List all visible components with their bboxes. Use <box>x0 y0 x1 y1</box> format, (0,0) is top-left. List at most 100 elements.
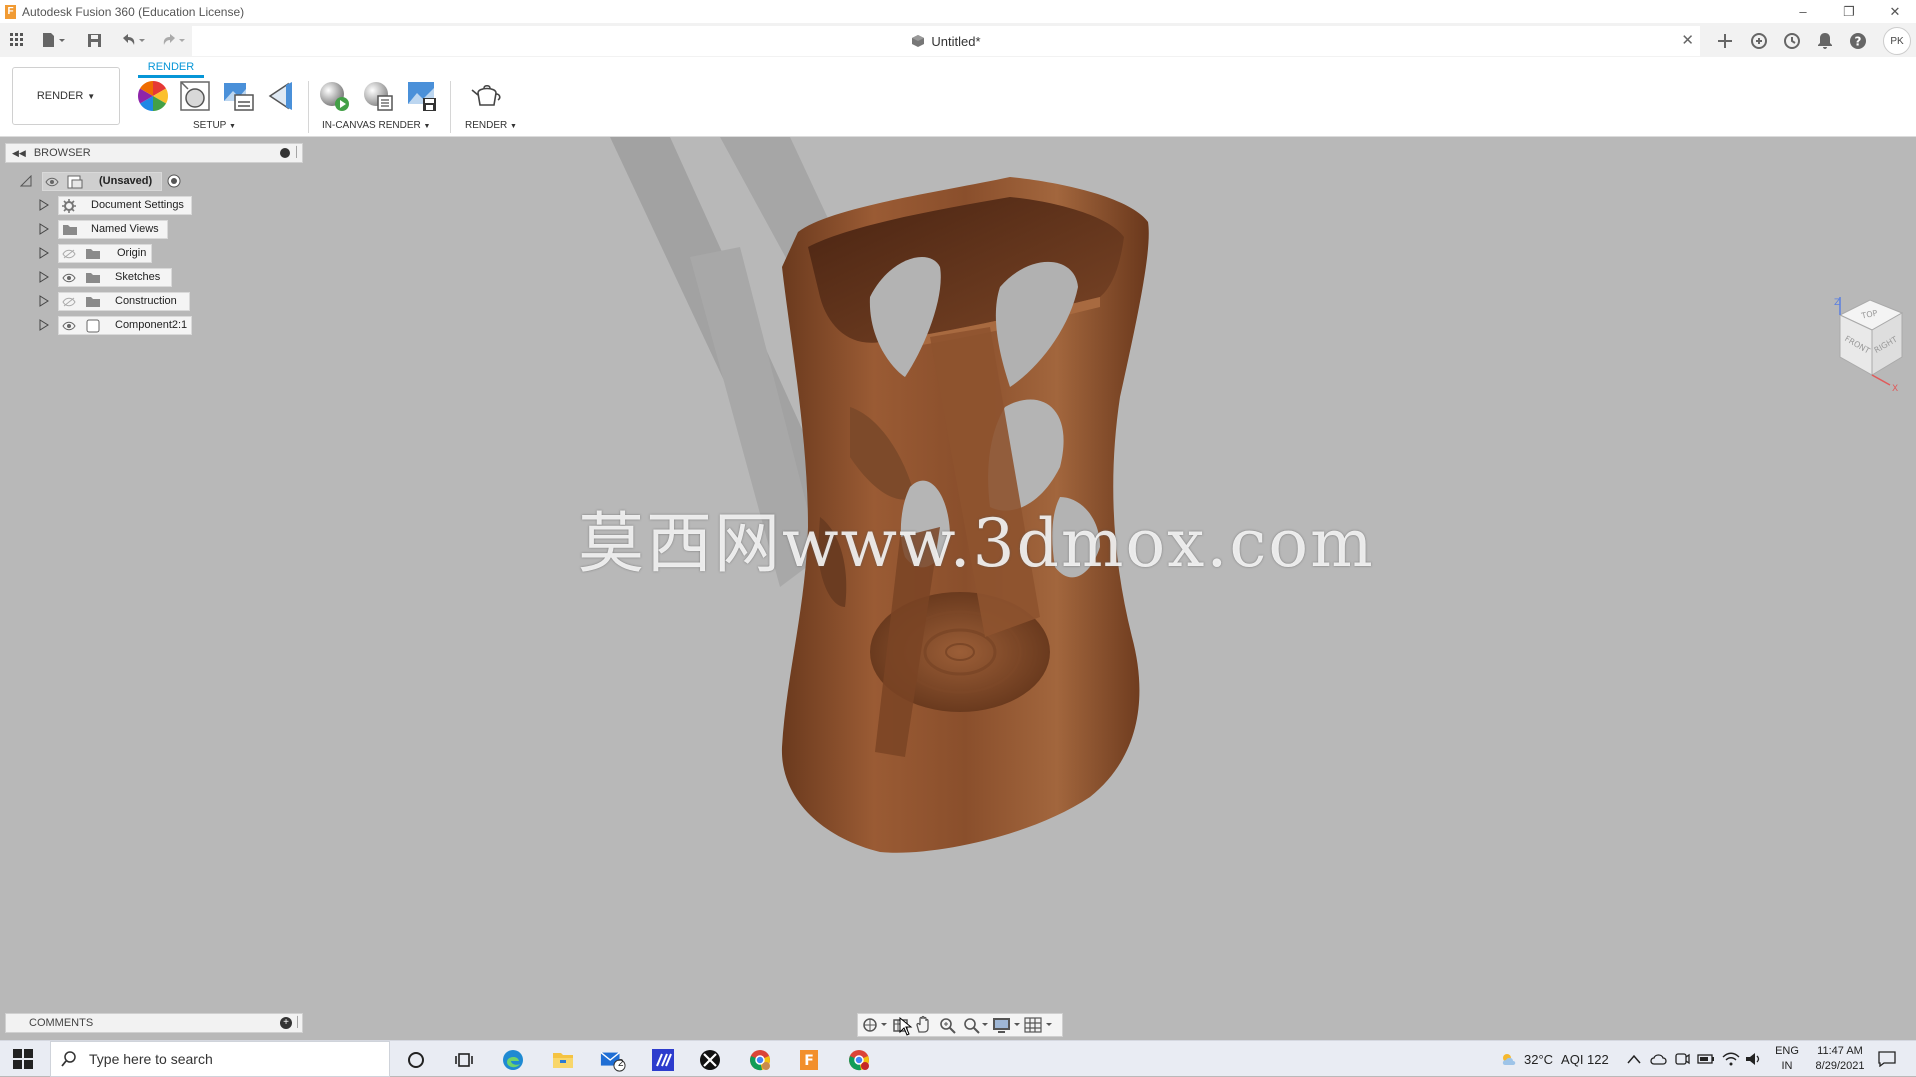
task-view-icon[interactable] <box>451 1047 477 1073</box>
in-canvas-render-icon[interactable] <box>317 79 351 113</box>
close-tab-icon[interactable]: ✕ <box>1681 31 1694 49</box>
panel-resize-handle[interactable]: │ <box>295 1017 301 1028</box>
notifications-bell-icon[interactable] <box>1812 28 1838 54</box>
tray-chevron-up-icon[interactable] <box>1627 1041 1641 1077</box>
weather-widget[interactable]: 32°C AQI 122 <box>1500 1041 1609 1077</box>
windows-start-icon[interactable] <box>13 1049 33 1069</box>
mouse-cursor-icon <box>899 1017 913 1036</box>
add-comment-icon[interactable]: + <box>280 1017 292 1029</box>
onedrive-cloud-icon[interactable] <box>1650 1041 1668 1077</box>
file-menu-icon[interactable] <box>38 30 70 50</box>
document-icon <box>67 175 83 188</box>
comments-panel-header[interactable]: COMMENTS + │ <box>5 1013 303 1033</box>
edge-browser-icon[interactable] <box>500 1047 526 1073</box>
browser-panel-header[interactable]: ◀◀ BROWSER │ <box>5 143 303 163</box>
expand-triangle-icon[interactable] <box>38 199 50 211</box>
xbox-icon[interactable] <box>697 1047 723 1073</box>
tree-item-label: Named Views <box>91 223 159 235</box>
tree-item-label: Component2:1 <box>115 319 188 331</box>
group-render[interactable]: RENDER ▼ <box>465 120 517 131</box>
chrome-profile-icon[interactable] <box>846 1047 872 1073</box>
group-setup[interactable]: SETUP ▼ <box>193 120 236 131</box>
save-icon[interactable] <box>84 30 104 50</box>
browser-item-sketches[interactable]: Sketches <box>0 267 300 287</box>
visual-studio-icon[interactable] <box>650 1047 676 1073</box>
taskbar-clock[interactable]: 11:47 AM 8/29/2021 <box>1808 1044 1872 1074</box>
extensions-icon[interactable] <box>1746 28 1772 54</box>
redo-icon[interactable] <box>158 30 188 50</box>
tab-render[interactable]: RENDER <box>138 58 204 78</box>
eye-icon[interactable] <box>62 321 76 331</box>
expand-triangle-icon[interactable] <box>38 247 50 259</box>
meet-now-icon[interactable] <box>1674 1041 1690 1077</box>
eye-hidden-icon[interactable] <box>62 297 76 307</box>
document-tab[interactable]: Untitled* ✕ <box>192 26 1700 56</box>
display-settings-icon[interactable] <box>990 1015 1022 1035</box>
wifi-icon[interactable] <box>1722 1041 1740 1077</box>
root-node-pill[interactable]: (Unsaved) <box>42 171 162 191</box>
mail-icon[interactable]: 2 <box>600 1047 626 1073</box>
render-teapot-icon[interactable] <box>470 79 504 113</box>
grid-settings-icon[interactable] <box>1022 1015 1054 1035</box>
file-explorer-icon[interactable] <box>550 1047 576 1073</box>
pin-panel-icon[interactable] <box>280 148 290 158</box>
eye-icon[interactable] <box>45 177 59 187</box>
tree-item-pill: Component2:1 <box>58 315 192 335</box>
volume-icon[interactable] <box>1745 1041 1763 1077</box>
windows-taskbar: Type here to search 2 F 32°C AQI 122 ENG… <box>0 1040 1916 1077</box>
zoom-icon[interactable] <box>936 1015 960 1035</box>
view-cube[interactable]: TOP FRONT RIGHT Z X <box>1810 295 1910 395</box>
browser-item-origin[interactable]: Origin <box>0 243 300 263</box>
input-language[interactable]: ENG IN <box>1772 1044 1802 1074</box>
in-canvas-render-settings-icon[interactable] <box>361 79 395 113</box>
orbit-icon[interactable] <box>860 1015 890 1035</box>
collapse-triangle-icon[interactable] <box>20 175 32 187</box>
expand-triangle-icon[interactable] <box>38 295 50 307</box>
chevron-down-icon: ▼ <box>423 123 431 130</box>
browser-item-construction[interactable]: Construction <box>0 291 300 311</box>
eye-hidden-icon[interactable] <box>62 249 76 259</box>
undo-icon[interactable] <box>118 30 148 50</box>
expand-triangle-icon[interactable] <box>38 319 50 331</box>
appearance-color-wheel-icon[interactable] <box>136 79 170 113</box>
activate-radio-icon[interactable] <box>167 174 181 188</box>
minimize-button[interactable]: – <box>1780 0 1826 23</box>
decal-texture-map-icon[interactable] <box>264 79 298 113</box>
restore-button[interactable]: ❐ <box>1826 0 1872 23</box>
new-tab-plus-icon[interactable] <box>1712 28 1738 54</box>
scene-settings-icon[interactable] <box>221 79 255 113</box>
group-in-canvas-render[interactable]: IN-CANVAS RENDER ▼ <box>322 120 430 131</box>
mail-badge: 2 <box>618 1058 624 1069</box>
workspace-switcher-button[interactable]: RENDER ▼ <box>12 67 120 125</box>
fit-zoom-icon[interactable] <box>960 1015 990 1035</box>
search-placeholder: Type here to search <box>89 1051 213 1067</box>
data-panel-grid-icon[interactable] <box>8 30 26 50</box>
notification-center-icon[interactable] <box>1878 1041 1896 1077</box>
expand-triangle-icon[interactable] <box>38 271 50 283</box>
physical-material-icon[interactable] <box>178 79 212 113</box>
eye-icon[interactable] <box>62 273 76 283</box>
watermark-text: 莫西网www.3dmox.com <box>578 505 1375 582</box>
close-window-button[interactable]: ✕ <box>1872 0 1916 23</box>
browser-item-document-settings[interactable]: Document Settings <box>0 195 300 215</box>
help-icon[interactable]: ? <box>1845 28 1871 54</box>
job-status-clock-icon[interactable] <box>1779 28 1805 54</box>
taskbar-search-box[interactable]: Type here to search <box>50 1041 390 1077</box>
collapse-panel-icon[interactable]: ◀◀ <box>12 148 26 159</box>
panel-resize-handle[interactable]: │ <box>294 147 300 158</box>
user-avatar[interactable]: PK <box>1883 27 1911 55</box>
cortana-circle-icon[interactable] <box>403 1047 429 1073</box>
capture-image-icon[interactable] <box>405 79 439 113</box>
component-icon <box>912 35 925 47</box>
fusion-360-taskbar-icon[interactable]: F <box>796 1047 822 1073</box>
browser-item-named-views[interactable]: Named Views <box>0 219 300 239</box>
chrome-icon[interactable] <box>747 1047 773 1073</box>
pan-hand-icon[interactable] <box>912 1015 936 1035</box>
battery-icon[interactable] <box>1697 1041 1715 1077</box>
browser-item-component[interactable]: Component2:1 <box>0 315 300 335</box>
comments-title: COMMENTS <box>29 1017 94 1029</box>
expand-triangle-icon[interactable] <box>38 223 50 235</box>
ribbon-separator <box>308 81 309 133</box>
ribbon-separator <box>450 81 451 133</box>
browser-root-node[interactable]: (Unsaved) <box>0 171 300 191</box>
